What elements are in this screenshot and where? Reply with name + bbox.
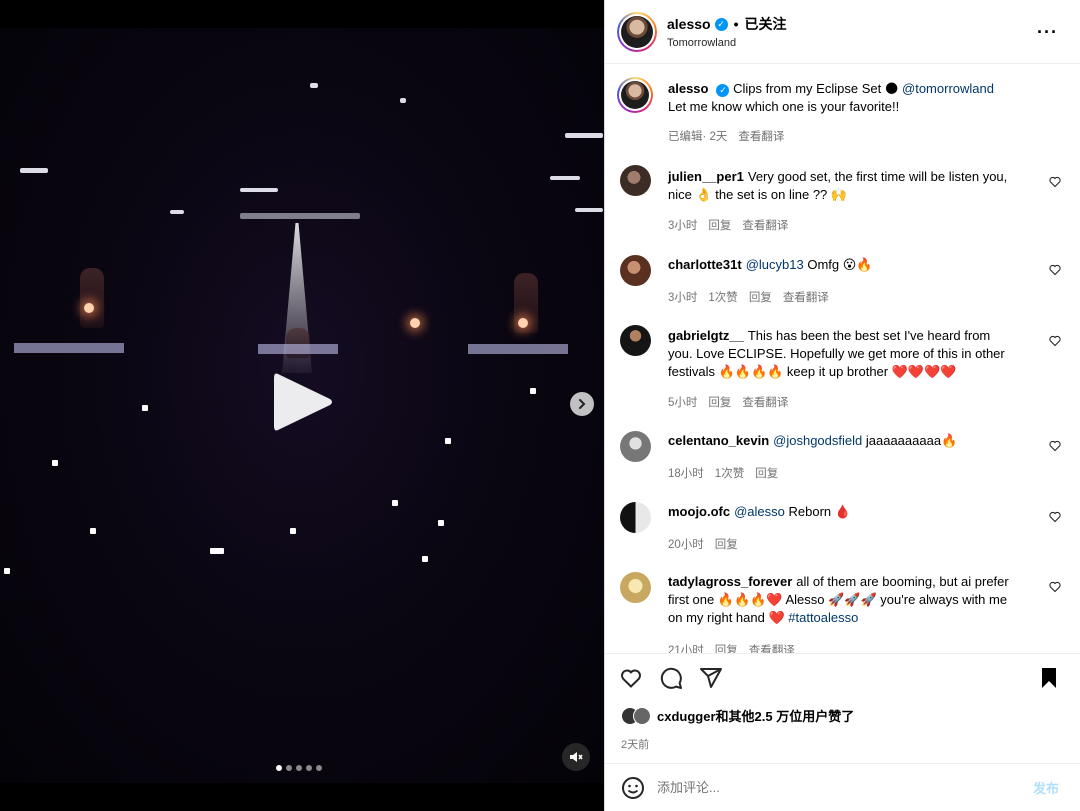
avatar[interactable]: [620, 431, 651, 462]
avatar: [633, 706, 651, 725]
comment-mention[interactable]: @lucyb13: [746, 257, 804, 272]
verified-badge-icon: ✓: [716, 83, 730, 97]
heart-icon[interactable]: [1049, 335, 1061, 347]
comment-username[interactable]: julien__per1: [668, 169, 744, 184]
comment-text: Reborn 🩸: [788, 504, 851, 519]
heart-icon[interactable]: [1049, 264, 1061, 276]
location-link[interactable]: Tomorrowland: [667, 37, 787, 49]
heart-icon[interactable]: [1049, 176, 1061, 188]
reply-button[interactable]: 回复: [708, 217, 731, 233]
reply-button[interactable]: 回复: [755, 465, 778, 481]
avatar[interactable]: [617, 11, 657, 52]
comment-input[interactable]: [657, 780, 1017, 795]
post-side-panel: alesso ✓ • 已关注 Tomorrowland ··· alesso ✓ …: [604, 0, 1080, 811]
comment-hashtag[interactable]: #tattoalesso: [788, 610, 858, 625]
post-media[interactable]: [0, 0, 604, 811]
comments-list[interactable]: alesso ✓ Clips from my Eclipse Set 🌑 @tom…: [605, 65, 1080, 653]
translate-link[interactable]: 查看翻译: [749, 642, 795, 653]
comment-likes[interactable]: 1次赞: [715, 465, 744, 481]
caption-username[interactable]: alesso: [668, 81, 708, 96]
comment-likes[interactable]: 1次赞: [708, 289, 737, 305]
carousel-dot: [316, 765, 322, 771]
post-header: alesso ✓ • 已关注 Tomorrowland ···: [605, 0, 1080, 64]
comment-time: 3小时: [668, 220, 698, 232]
carousel-dot: [296, 765, 302, 771]
reply-button[interactable]: 回复: [715, 536, 738, 552]
comment-username[interactable]: moojo.ofc: [668, 504, 730, 519]
send-icon[interactable]: [699, 666, 723, 690]
verified-badge-icon: ✓: [714, 17, 728, 31]
more-horizontal-icon[interactable]: ···: [1037, 22, 1058, 43]
translate-link[interactable]: 查看翻译: [783, 289, 829, 305]
post-actions: cxdugger和其他2.5 万位用户赞了 2天前: [605, 653, 1080, 763]
translate-link[interactable]: 查看翻译: [742, 217, 788, 233]
carousel-dot: [306, 765, 312, 771]
author-username[interactable]: alesso: [667, 16, 711, 32]
carousel-dot: [286, 765, 292, 771]
comment-time: 21小时: [668, 645, 704, 653]
comment-text: jaaaaaaaaaa🔥: [865, 433, 958, 448]
bookmark-icon[interactable]: [1037, 666, 1061, 690]
likes-text[interactable]: cxdugger和其他2.5 万位用户赞了: [657, 706, 854, 725]
comment-time: 5小时: [668, 397, 698, 409]
avatar[interactable]: [617, 77, 653, 113]
reply-button[interactable]: 回复: [708, 394, 731, 410]
separator: •: [733, 16, 739, 32]
carousel-indicator: [276, 765, 322, 771]
heart-icon[interactable]: [619, 666, 643, 690]
comment-time: 18小时: [668, 468, 704, 480]
follow-button[interactable]: 已关注: [745, 14, 787, 34]
emoji-icon[interactable]: [621, 776, 645, 800]
avatar[interactable]: [620, 165, 651, 196]
heart-icon[interactable]: [1049, 440, 1061, 452]
comment-text: Omfg 😮🔥: [807, 257, 873, 272]
chevron-right-icon[interactable]: [570, 392, 594, 416]
post-button[interactable]: 发布: [1033, 778, 1059, 797]
caption-line2: Let me know which one is your favorite!!: [668, 99, 900, 114]
heart-icon[interactable]: [1049, 511, 1061, 523]
reply-button[interactable]: 回复: [749, 289, 772, 305]
avatar[interactable]: [620, 572, 651, 603]
caption-mention[interactable]: @tomorrowland: [902, 81, 994, 96]
comment-username[interactable]: tadylagross_forever: [668, 574, 792, 589]
reply-button[interactable]: 回复: [715, 642, 738, 653]
comment-time: 20小时: [668, 539, 704, 551]
likes-summary[interactable]: cxdugger和其他2.5 万位用户赞了: [621, 706, 854, 725]
comment-username[interactable]: gabrielgtz__: [668, 328, 744, 343]
comment-username[interactable]: charlotte31t: [668, 257, 742, 272]
comment-time: 3小时: [668, 292, 698, 304]
edited-label: 已编辑· 2天: [668, 131, 728, 143]
comment-composer: 发布: [605, 763, 1080, 811]
comment-mention[interactable]: @alesso: [734, 504, 785, 519]
heart-icon[interactable]: [1049, 581, 1061, 593]
post-date: 2天前: [621, 739, 650, 751]
avatar[interactable]: [620, 255, 651, 286]
translate-link[interactable]: 查看翻译: [742, 394, 788, 410]
comment-username[interactable]: celentano_kevin: [668, 433, 769, 448]
avatar[interactable]: [620, 502, 651, 533]
moon-emoji-icon: 🌑: [884, 81, 899, 96]
comment-mention[interactable]: @joshgodsfield: [773, 433, 862, 448]
avatar[interactable]: [620, 325, 651, 356]
caption-text: Clips from my Eclipse Set: [733, 81, 882, 96]
carousel-dot: [276, 765, 282, 771]
translate-link[interactable]: 查看翻译: [738, 128, 784, 144]
comment-icon[interactable]: [659, 666, 683, 690]
play-icon[interactable]: [272, 370, 334, 434]
mute-icon[interactable]: [562, 743, 590, 771]
